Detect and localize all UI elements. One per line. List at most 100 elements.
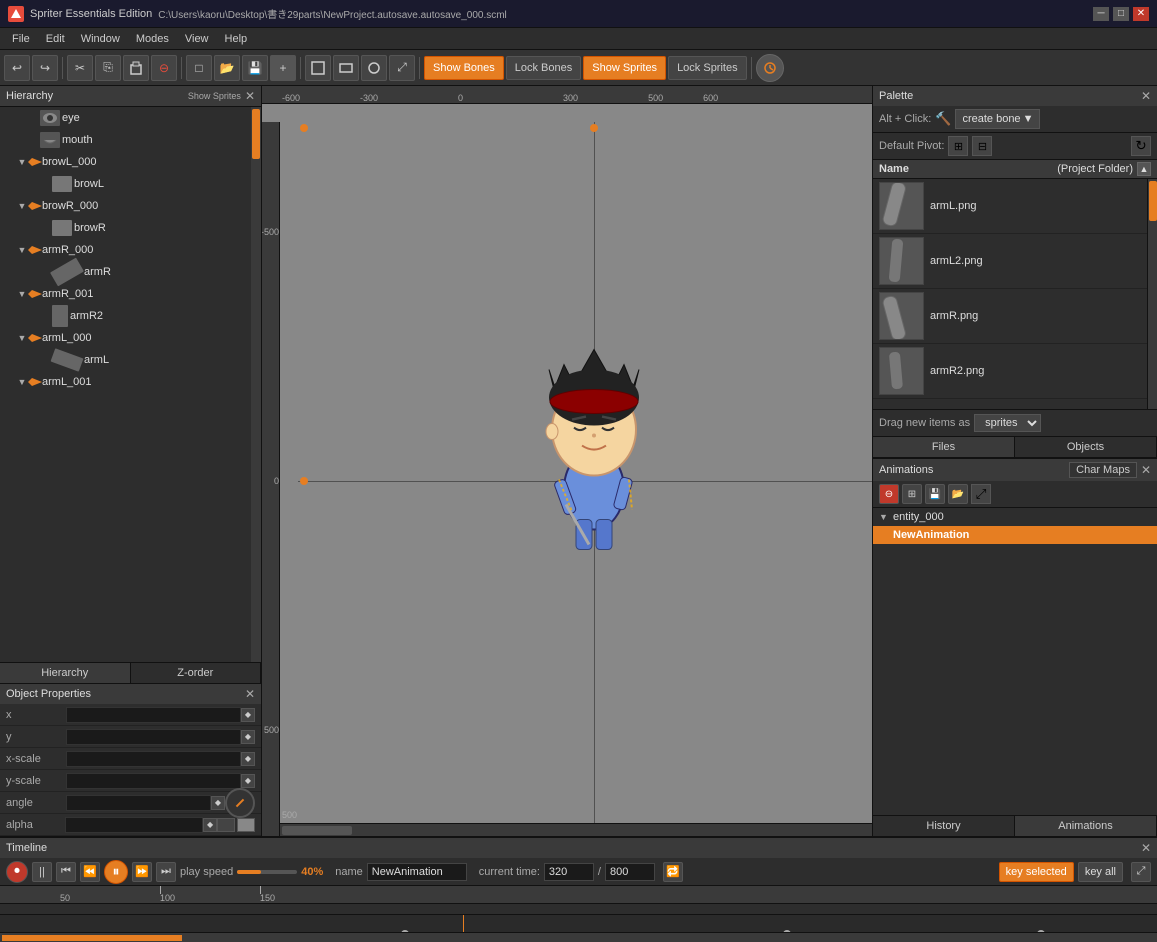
pivot-copy-btn[interactable]: ⊞ bbox=[948, 136, 968, 156]
tree-item-browL[interactable]: browL bbox=[0, 173, 249, 195]
hierarchy-close[interactable]: ✕ bbox=[245, 89, 255, 103]
delete-button[interactable]: ⊖ bbox=[151, 55, 177, 81]
prop-input-x[interactable] bbox=[66, 707, 241, 723]
anim-import-btn[interactable]: 📂 bbox=[948, 484, 968, 504]
open-button[interactable]: 📂 bbox=[214, 55, 240, 81]
char-maps-button[interactable]: Char Maps bbox=[1069, 462, 1137, 478]
expand-browL[interactable] bbox=[40, 178, 52, 190]
anim-button[interactable] bbox=[333, 55, 359, 81]
palette-item-armR[interactable]: armR.png bbox=[873, 289, 1157, 344]
expand-button[interactable]: ⤢ bbox=[389, 55, 415, 81]
redo-button[interactable]: ↪ bbox=[32, 55, 58, 81]
tree-item-mouth[interactable]: mouth bbox=[0, 129, 249, 151]
tree-item-armR[interactable]: armR bbox=[0, 261, 249, 283]
img-button[interactable] bbox=[305, 55, 331, 81]
tree-item-browL000[interactable]: ▼ browL_000 bbox=[0, 151, 249, 173]
prop-input-yscale[interactable] bbox=[66, 773, 241, 789]
tree-item-armR2[interactable]: armR2 bbox=[0, 305, 249, 327]
menu-window[interactable]: Window bbox=[73, 31, 128, 47]
palette-list[interactable]: armL.png armL2.png bbox=[873, 179, 1157, 409]
minimize-button[interactable]: ─ bbox=[1093, 7, 1109, 21]
palette-item-armL2[interactable]: armL2.png bbox=[873, 234, 1157, 289]
expand-armR000[interactable]: ▼ bbox=[16, 244, 28, 256]
tree-item-armL[interactable]: armL bbox=[0, 349, 249, 371]
expand-armL000[interactable]: ▼ bbox=[16, 332, 28, 344]
expand-browR[interactable] bbox=[40, 222, 52, 234]
tree-item-armR000[interactable]: ▼ armR_000 bbox=[0, 239, 249, 261]
close-button[interactable]: ✕ bbox=[1133, 7, 1149, 21]
expand-browR000[interactable]: ▼ bbox=[16, 200, 28, 212]
canvas-scrollbar-h[interactable] bbox=[280, 823, 872, 836]
paste-button[interactable] bbox=[123, 55, 149, 81]
canvas-area[interactable]: -600 -300 0 300 500 600 -500 0 500 bbox=[262, 86, 872, 836]
animations-close[interactable]: ✕ bbox=[1141, 463, 1151, 477]
prop-input-xscale[interactable] bbox=[66, 751, 241, 767]
hierarchy-scrollbar[interactable] bbox=[251, 107, 261, 662]
tree-item-armL000[interactable]: ▼ armL_000 bbox=[0, 327, 249, 349]
prop-input-angle[interactable] bbox=[66, 795, 211, 811]
prop-btn-x[interactable]: ◆ bbox=[241, 708, 255, 722]
alpha-btn-2[interactable] bbox=[237, 818, 255, 832]
menu-file[interactable]: File bbox=[4, 31, 38, 47]
entity-tree[interactable]: ▼ entity_000 NewAnimation bbox=[873, 508, 1157, 815]
drag-type-select[interactable]: sprites bones bbox=[974, 414, 1041, 432]
anim-expand-btn[interactable]: ⤢ bbox=[971, 484, 991, 504]
expand-eye[interactable] bbox=[28, 112, 40, 124]
prop-input-y[interactable] bbox=[66, 729, 241, 745]
undo-button[interactable]: ↩ bbox=[4, 55, 30, 81]
menu-edit[interactable]: Edit bbox=[38, 31, 73, 47]
palette-close[interactable]: ✕ bbox=[1141, 89, 1151, 103]
tool3-button[interactable] bbox=[361, 55, 387, 81]
pivot-paste-btn[interactable]: ⊟ bbox=[972, 136, 992, 156]
expand-armL001[interactable]: ▼ bbox=[16, 376, 28, 388]
anim-save-btn[interactable]: 💾 bbox=[925, 484, 945, 504]
tab-zorder[interactable]: Z-order bbox=[131, 663, 262, 683]
create-bone-dropdown[interactable]: create bone ▼ bbox=[955, 109, 1040, 129]
anim-duplicate-btn[interactable]: ⊞ bbox=[902, 484, 922, 504]
obj-props-close[interactable]: ✕ bbox=[245, 687, 255, 701]
fps-button[interactable] bbox=[756, 54, 784, 82]
prop-btn-alpha[interactable]: ◆ bbox=[203, 818, 217, 832]
hierarchy-content[interactable]: eye mouth ▼ browL_000 bbox=[0, 107, 261, 662]
prop-btn-angle[interactable]: ◆ bbox=[211, 796, 225, 810]
tree-item-eye[interactable]: eye bbox=[0, 107, 249, 129]
show-sprites-button[interactable]: Show Sprites bbox=[583, 56, 666, 80]
new-file-button[interactable]: □ bbox=[186, 55, 212, 81]
timeline-scroll[interactable] bbox=[0, 932, 1157, 942]
menu-help[interactable]: Help bbox=[217, 31, 256, 47]
menu-modes[interactable]: Modes bbox=[128, 31, 177, 47]
lock-sprites-button[interactable]: Lock Sprites bbox=[668, 56, 747, 80]
tab-animations[interactable]: Animations bbox=[1015, 816, 1157, 836]
save-button[interactable]: 💾 bbox=[242, 55, 268, 81]
show-bones-button[interactable]: Show Bones bbox=[424, 56, 504, 80]
expand-armR2[interactable] bbox=[40, 310, 52, 322]
palette-col-expand[interactable]: ▲ bbox=[1137, 162, 1151, 176]
prop-btn-xscale[interactable]: ◆ bbox=[241, 752, 255, 766]
maximize-button[interactable]: □ bbox=[1113, 7, 1129, 21]
timeline-track[interactable] bbox=[0, 914, 1157, 942]
entity-item-entity000[interactable]: ▼ entity_000 bbox=[873, 508, 1157, 526]
entity-item-newanimation[interactable]: NewAnimation bbox=[873, 526, 1157, 544]
pivot-refresh-btn[interactable]: ↻ bbox=[1131, 136, 1151, 156]
expand-armR001[interactable]: ▼ bbox=[16, 288, 28, 300]
angle-dial[interactable] bbox=[225, 788, 255, 818]
tree-item-armL001[interactable]: ▼ armL_001 bbox=[0, 371, 249, 393]
tab-history[interactable]: History bbox=[873, 816, 1015, 836]
tab-objects[interactable]: Objects bbox=[1015, 437, 1157, 457]
lock-bones-button[interactable]: Lock Bones bbox=[506, 56, 581, 80]
anim-delete-btn[interactable]: ⊖ bbox=[879, 484, 899, 504]
tree-item-armR001[interactable]: ▼ armR_001 bbox=[0, 283, 249, 305]
prop-btn-yscale[interactable]: ◆ bbox=[241, 774, 255, 788]
add-button[interactable]: + bbox=[270, 55, 296, 81]
copy-button[interactable]: ⎘ bbox=[95, 55, 121, 81]
timeline-close[interactable]: ✕ bbox=[1141, 841, 1151, 855]
menu-view[interactable]: View bbox=[177, 31, 217, 47]
palette-item-armL[interactable]: armL.png bbox=[873, 179, 1157, 234]
entity-expand[interactable]: ▼ bbox=[879, 512, 889, 522]
alpha-btn-1[interactable] bbox=[217, 818, 235, 832]
tree-item-browR000[interactable]: ▼ browR_000 bbox=[0, 195, 249, 217]
palette-scrollbar[interactable] bbox=[1147, 179, 1157, 409]
prop-btn-y[interactable]: ◆ bbox=[241, 730, 255, 744]
canvas-viewport[interactable] bbox=[298, 122, 872, 836]
prop-input-alpha[interactable] bbox=[65, 817, 203, 833]
